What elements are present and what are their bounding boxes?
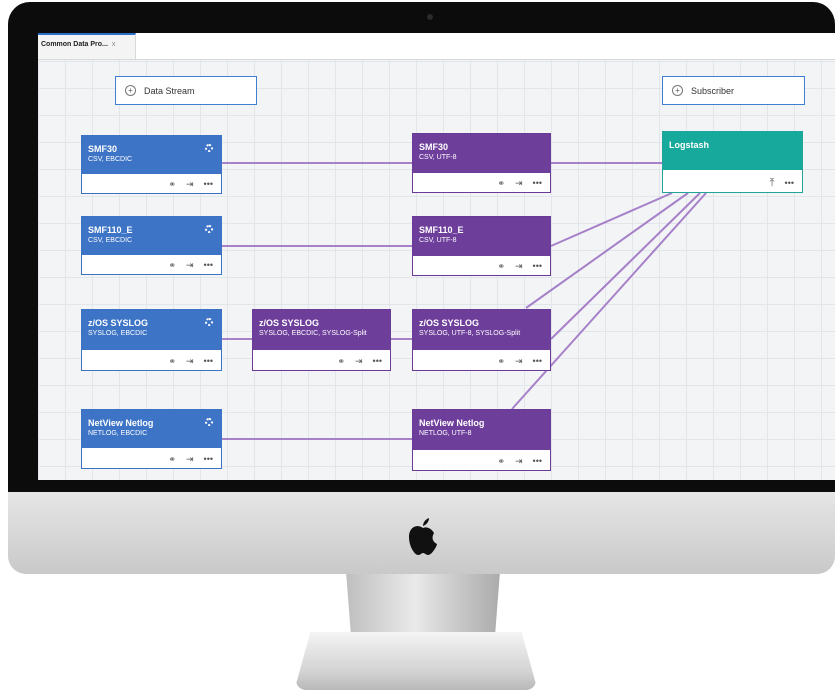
overflow-menu-icon[interactable]: ••• — [204, 454, 213, 464]
node-subtitle: CSV, EBCDIC — [88, 156, 133, 163]
export-icon[interactable]: ⇥ — [186, 179, 194, 189]
export-icon[interactable]: ⇥ — [355, 356, 363, 366]
flow-icon[interactable]: ⚭ — [497, 178, 505, 188]
node-header: Logstash — [663, 132, 802, 170]
node-subtitle: NETLOG, EBCDIC — [88, 430, 148, 437]
source-node-smf30[interactable]: SMF30 CSV, EBCDIC ⚭ ⇥ ••• — [81, 135, 222, 194]
settings-icon[interactable] — [205, 225, 213, 233]
overflow-menu-icon[interactable]: ••• — [533, 261, 542, 271]
node-header: SMF30 CSV, UTF-8 — [413, 134, 550, 173]
transform-node-zos-syslog[interactable]: z/OS SYSLOG SYSLOG, UTF-8, SYSLOG-Split … — [412, 309, 551, 371]
node-header: z/OS SYSLOG SYSLOG, EBCDIC — [82, 310, 221, 350]
node-subtitle: CSV, EBCDIC — [88, 237, 133, 244]
transform-node-smf110[interactable]: SMF110_E CSV, UTF-8 ⚭ ⇥ ••• — [412, 216, 551, 276]
overflow-menu-icon[interactable]: ••• — [204, 356, 213, 366]
source-node-zos-syslog[interactable]: z/OS SYSLOG SYSLOG, EBCDIC ⚭ ⇥ ••• — [81, 309, 222, 371]
flow-icon[interactable]: ⚭ — [497, 456, 505, 466]
monitor-stand-base — [296, 632, 536, 690]
flow-icon[interactable]: ⚭ — [168, 454, 176, 464]
overflow-menu-icon[interactable]: ••• — [533, 356, 542, 366]
node-title: SMF110_E — [419, 225, 464, 235]
settings-icon[interactable] — [205, 318, 213, 326]
node-subtitle: NETLOG, UTF-8 — [419, 430, 472, 437]
node-title: SMF30 — [419, 142, 449, 152]
source-node-netview-netlog[interactable]: NetView Netlog NETLOG, EBCDIC ⚭ ⇥ ••• — [81, 409, 222, 469]
camera — [427, 14, 433, 20]
node-actions: ⚭ ⇥ ••• — [497, 261, 542, 271]
flow-icon[interactable]: ⚭ — [497, 356, 505, 366]
overflow-menu-icon[interactable]: ••• — [533, 456, 542, 466]
node-subtitle: CSV, UTF-8 — [419, 237, 457, 244]
export-icon[interactable]: ⇥ — [186, 454, 194, 464]
monitor-stand-neck — [346, 574, 500, 636]
node-actions: ⚭ ⇥ ••• — [168, 454, 213, 464]
node-header: NetView Netlog NETLOG, EBCDIC — [82, 410, 221, 448]
screen: Common Data Pro... x + Data Stream + Subs… — [38, 33, 835, 480]
export-icon[interactable]: ⇥ — [515, 356, 523, 366]
flow-icon[interactable]: ⚭ — [497, 261, 505, 271]
node-actions: ⚭ ⇥ ••• — [497, 178, 542, 188]
export-icon[interactable]: ⇥ — [515, 261, 523, 271]
transform-node-syslog-split[interactable]: z/OS SYSLOG SYSLOG, EBCDIC, SYSLOG-Split… — [252, 309, 391, 371]
node-title: SMF30 — [88, 144, 118, 154]
overflow-menu-icon[interactable]: ••• — [373, 356, 382, 366]
source-node-smf110[interactable]: SMF110_E CSV, EBCDIC ⚭ ⇥ ••• — [81, 216, 222, 275]
node-subtitle: CSV, UTF-8 — [419, 154, 457, 161]
node-header: NetView Netlog NETLOG, UTF-8 — [413, 410, 550, 450]
node-actions: ⚭ ⇥ ••• — [168, 356, 213, 366]
node-subtitle: SYSLOG, UTF-8, SYSLOG-Split — [419, 330, 521, 337]
flow-icon[interactable]: ⚭ — [168, 356, 176, 366]
link-syslog-logstash-2 — [550, 192, 701, 340]
node-header: z/OS SYSLOG SYSLOG, EBCDIC, SYSLOG-Split — [253, 310, 390, 350]
overflow-menu-icon[interactable]: ••• — [204, 179, 213, 189]
export-icon[interactable]: ⇥ — [515, 456, 523, 466]
node-header: z/OS SYSLOG SYSLOG, UTF-8, SYSLOG-Split — [413, 310, 550, 350]
export-icon[interactable]: ⇥ — [186, 356, 194, 366]
node-actions: ⚭ ⇥ ••• — [168, 179, 213, 189]
node-header: SMF110_E CSV, EBCDIC — [82, 217, 221, 255]
node-title: z/OS SYSLOG — [259, 318, 320, 328]
node-actions: ⚭ ⇥ ••• — [337, 356, 382, 366]
node-title: z/OS SYSLOG — [419, 318, 480, 328]
flow-icon[interactable]: ⚭ — [168, 179, 176, 189]
overflow-menu-icon[interactable]: ••• — [785, 178, 794, 188]
node-actions: ⚭ ⇥ ••• — [497, 356, 542, 366]
node-subtitle: SYSLOG, EBCDIC, SYSLOG-Split — [259, 330, 367, 337]
apple-logo-icon — [409, 518, 437, 555]
transform-node-netview-netlog[interactable]: NetView Netlog NETLOG, UTF-8 ⚭ ⇥ ••• — [412, 409, 551, 471]
node-actions: ⚭ ⇥ ••• — [168, 260, 213, 270]
overflow-menu-icon[interactable]: ••• — [533, 178, 542, 188]
flow-icon[interactable]: ⚭ — [337, 356, 345, 366]
node-title: z/OS SYSLOG — [88, 318, 149, 328]
settings-icon[interactable] — [205, 144, 213, 152]
node-header: SMF30 CSV, EBCDIC — [82, 136, 221, 174]
upload-icon[interactable]: ⤒ — [770, 178, 775, 189]
flow-icon[interactable]: ⚭ — [168, 260, 176, 270]
node-subtitle: SYSLOG, EBCDIC — [88, 330, 148, 337]
node-actions: ⤒ ••• — [770, 178, 794, 189]
overflow-menu-icon[interactable]: ••• — [204, 260, 213, 270]
transform-node-smf30[interactable]: SMF30 CSV, UTF-8 ⚭ ⇥ ••• — [412, 133, 551, 193]
settings-icon[interactable] — [205, 418, 213, 426]
node-title: NetView Netlog — [419, 418, 485, 428]
node-title: NetView Netlog — [88, 418, 154, 428]
subscriber-node-logstash[interactable]: Logstash ⤒ ••• — [662, 131, 803, 193]
export-icon[interactable]: ⇥ — [186, 260, 194, 270]
export-icon[interactable]: ⇥ — [515, 178, 523, 188]
node-header: SMF110_E CSV, UTF-8 — [413, 217, 550, 256]
node-title: Logstash — [669, 140, 710, 150]
node-actions: ⚭ ⇥ ••• — [497, 456, 542, 466]
node-title: SMF110_E — [88, 225, 133, 235]
